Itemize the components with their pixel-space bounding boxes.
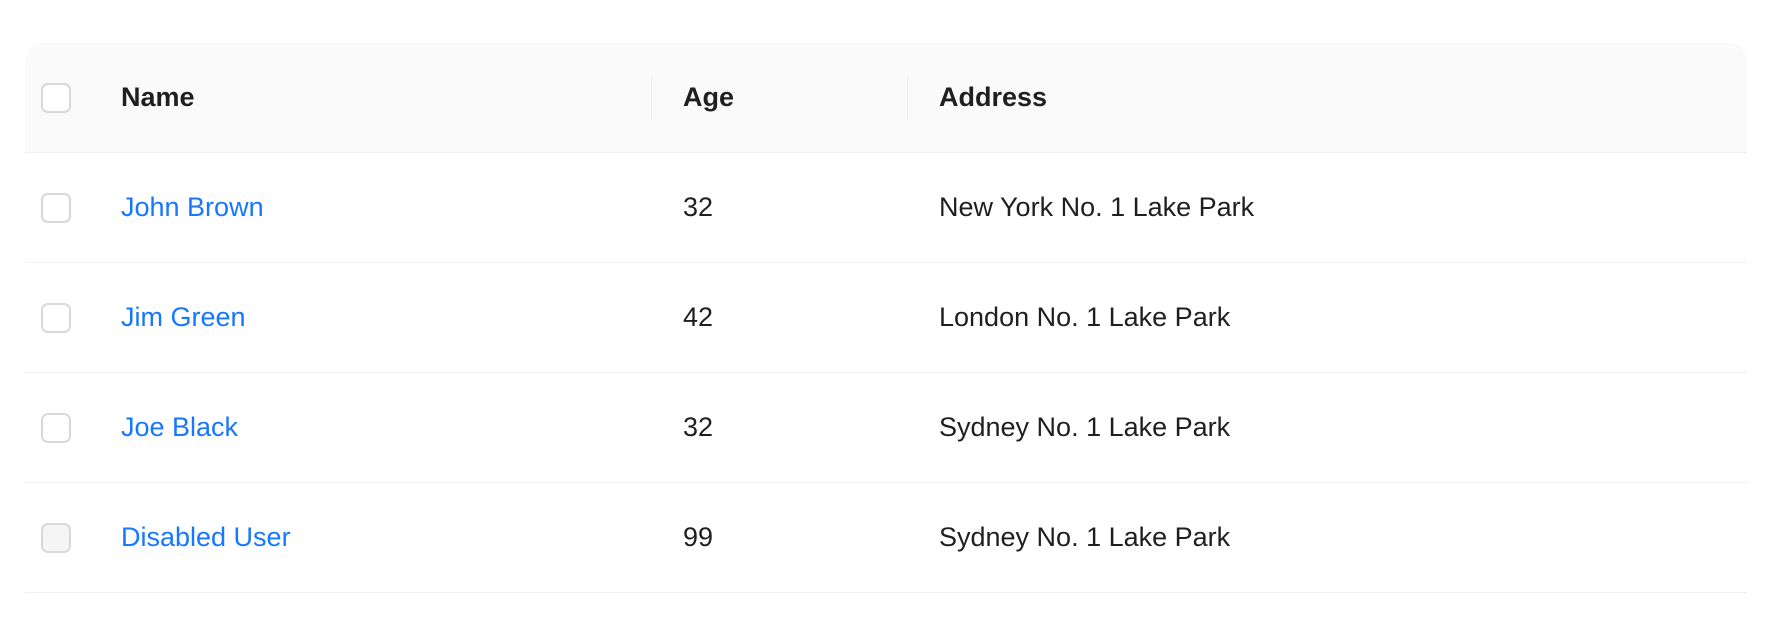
column-header-name[interactable]: Name — [121, 43, 651, 153]
name-link[interactable]: John Brown — [121, 192, 264, 222]
row-select-cell — [25, 263, 121, 373]
age-cell: 42 — [651, 263, 907, 373]
age-cell: 32 — [651, 373, 907, 483]
select-all-cell — [25, 43, 121, 153]
row-checkbox[interactable] — [41, 193, 71, 224]
row-checkbox[interactable] — [41, 413, 71, 444]
header-row: Name Age Address — [25, 43, 1747, 153]
table-row: Joe Black 32 Sydney No. 1 Lake Park — [25, 373, 1747, 483]
select-all-checkbox[interactable] — [41, 83, 71, 114]
name-link[interactable]: Joe Black — [121, 412, 238, 442]
age-cell: 99 — [651, 483, 907, 593]
column-header-address[interactable]: Address — [907, 43, 1747, 153]
name-cell: Joe Black — [121, 373, 651, 483]
age-cell: 32 — [651, 153, 907, 263]
users-table: Name Age Address John Brown 32 New York … — [25, 43, 1747, 593]
column-header-age[interactable]: Age — [651, 43, 907, 153]
address-cell: Sydney No. 1 Lake Park — [907, 373, 1747, 483]
table-row: Jim Green 42 London No. 1 Lake Park — [25, 263, 1747, 373]
row-select-cell — [25, 373, 121, 483]
row-select-cell — [25, 483, 121, 593]
users-table-container: Name Age Address John Brown 32 New York … — [25, 43, 1747, 593]
row-checkbox-disabled — [41, 523, 71, 554]
table-header: Name Age Address — [25, 43, 1747, 153]
address-cell: Sydney No. 1 Lake Park — [907, 483, 1747, 593]
table-row: Disabled User 99 Sydney No. 1 Lake Park — [25, 483, 1747, 593]
row-select-cell — [25, 153, 121, 263]
address-cell: New York No. 1 Lake Park — [907, 153, 1747, 263]
name-cell: Jim Green — [121, 263, 651, 373]
row-checkbox[interactable] — [41, 303, 71, 334]
name-link[interactable]: Jim Green — [121, 302, 246, 332]
table-body: John Brown 32 New York No. 1 Lake Park J… — [25, 153, 1747, 593]
name-cell: John Brown — [121, 153, 651, 263]
address-cell: London No. 1 Lake Park — [907, 263, 1747, 373]
name-link[interactable]: Disabled User — [121, 522, 291, 552]
name-cell: Disabled User — [121, 483, 651, 593]
table-row: John Brown 32 New York No. 1 Lake Park — [25, 153, 1747, 263]
